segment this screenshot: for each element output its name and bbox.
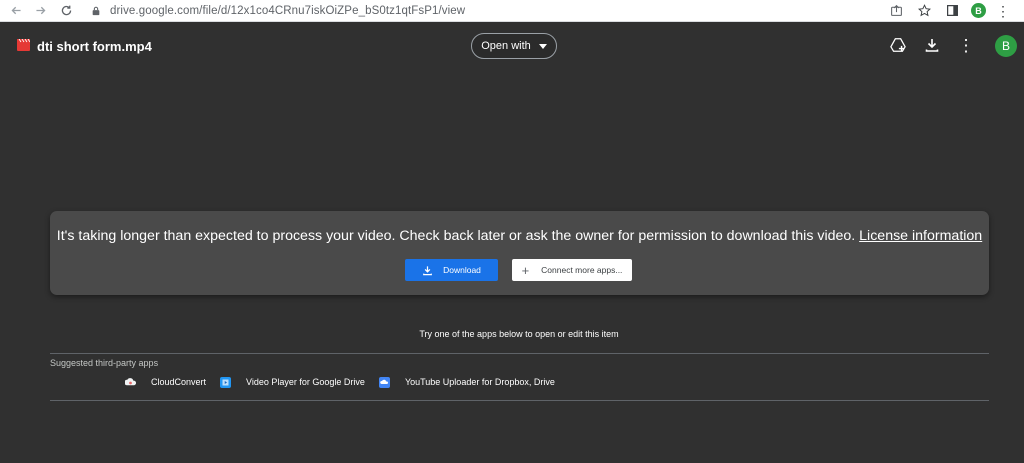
suggested-apps-list: CloudConvert Video Player for Google Dri… <box>125 375 569 389</box>
download-icon <box>423 265 432 275</box>
chevron-down-icon <box>538 43 547 49</box>
app-label: CloudConvert <box>151 377 207 387</box>
video-file-icon <box>17 39 30 51</box>
apps-hint: Try one of the apps below to open or edi… <box>419 329 619 339</box>
suggested-apps-heading: Suggested third-party apps <box>50 358 159 368</box>
open-with-button[interactable]: Open with <box>471 33 557 59</box>
cloudconvert-icon <box>125 377 136 388</box>
share-icon[interactable] <box>887 2 905 20</box>
processing-message-text: It's taking longer than expected to proc… <box>56 228 856 244</box>
more-options-icon[interactable]: ⋮ <box>956 35 976 55</box>
download-icon[interactable] <box>922 35 942 55</box>
account-avatar[interactable]: B <box>995 35 1017 57</box>
profile-avatar[interactable]: B <box>971 3 986 18</box>
viewer-header: dti short form.mp4 Open with ⋮ B <box>0 22 1024 72</box>
video-player-icon <box>220 376 232 388</box>
download-button-label: Download <box>443 265 481 275</box>
license-information-link[interactable]: License information <box>859 228 982 244</box>
app-label: YouTube Uploader for Dropbox, Drive <box>404 377 555 387</box>
divider <box>50 353 989 354</box>
side-panel-icon[interactable] <box>943 2 961 20</box>
browser-toolbar: drive.google.com/file/d/12x1co4CRnu7iskO… <box>0 0 1024 22</box>
app-cloudconvert[interactable]: CloudConvert <box>125 377 206 388</box>
lock-icon <box>90 5 102 17</box>
forward-icon[interactable] <box>30 1 50 21</box>
file-title: dti short form.mp4 <box>37 39 152 54</box>
processing-message: It's taking longer than expected to proc… <box>50 228 989 244</box>
reload-icon[interactable] <box>56 1 76 21</box>
url-text: drive.google.com/file/d/12x1co4CRnu7iskO… <box>110 4 466 17</box>
youtube-uploader-icon <box>378 376 390 388</box>
back-icon[interactable] <box>6 1 26 21</box>
processing-message-card: It's taking longer than expected to proc… <box>50 211 989 295</box>
app-label: Video Player for Google Drive <box>246 377 365 387</box>
connect-more-apps-label: Connect more apps... <box>541 265 623 275</box>
browser-menu-icon[interactable]: ⋮ <box>996 4 1010 18</box>
connect-more-apps-button[interactable]: + Connect more apps... <box>512 259 632 281</box>
plus-icon: + <box>521 262 530 278</box>
add-to-drive-icon[interactable] <box>888 35 908 55</box>
divider <box>50 400 989 401</box>
address-bar[interactable]: drive.google.com/file/d/12x1co4CRnu7iskO… <box>90 1 887 21</box>
download-button[interactable]: Download <box>405 259 498 281</box>
open-with-label: Open with <box>481 40 531 52</box>
app-youtube-uploader[interactable]: YouTube Uploader for Dropbox, Drive <box>378 376 555 388</box>
app-video-player[interactable]: Video Player for Google Drive <box>220 376 365 388</box>
bookmark-star-icon[interactable] <box>915 2 933 20</box>
